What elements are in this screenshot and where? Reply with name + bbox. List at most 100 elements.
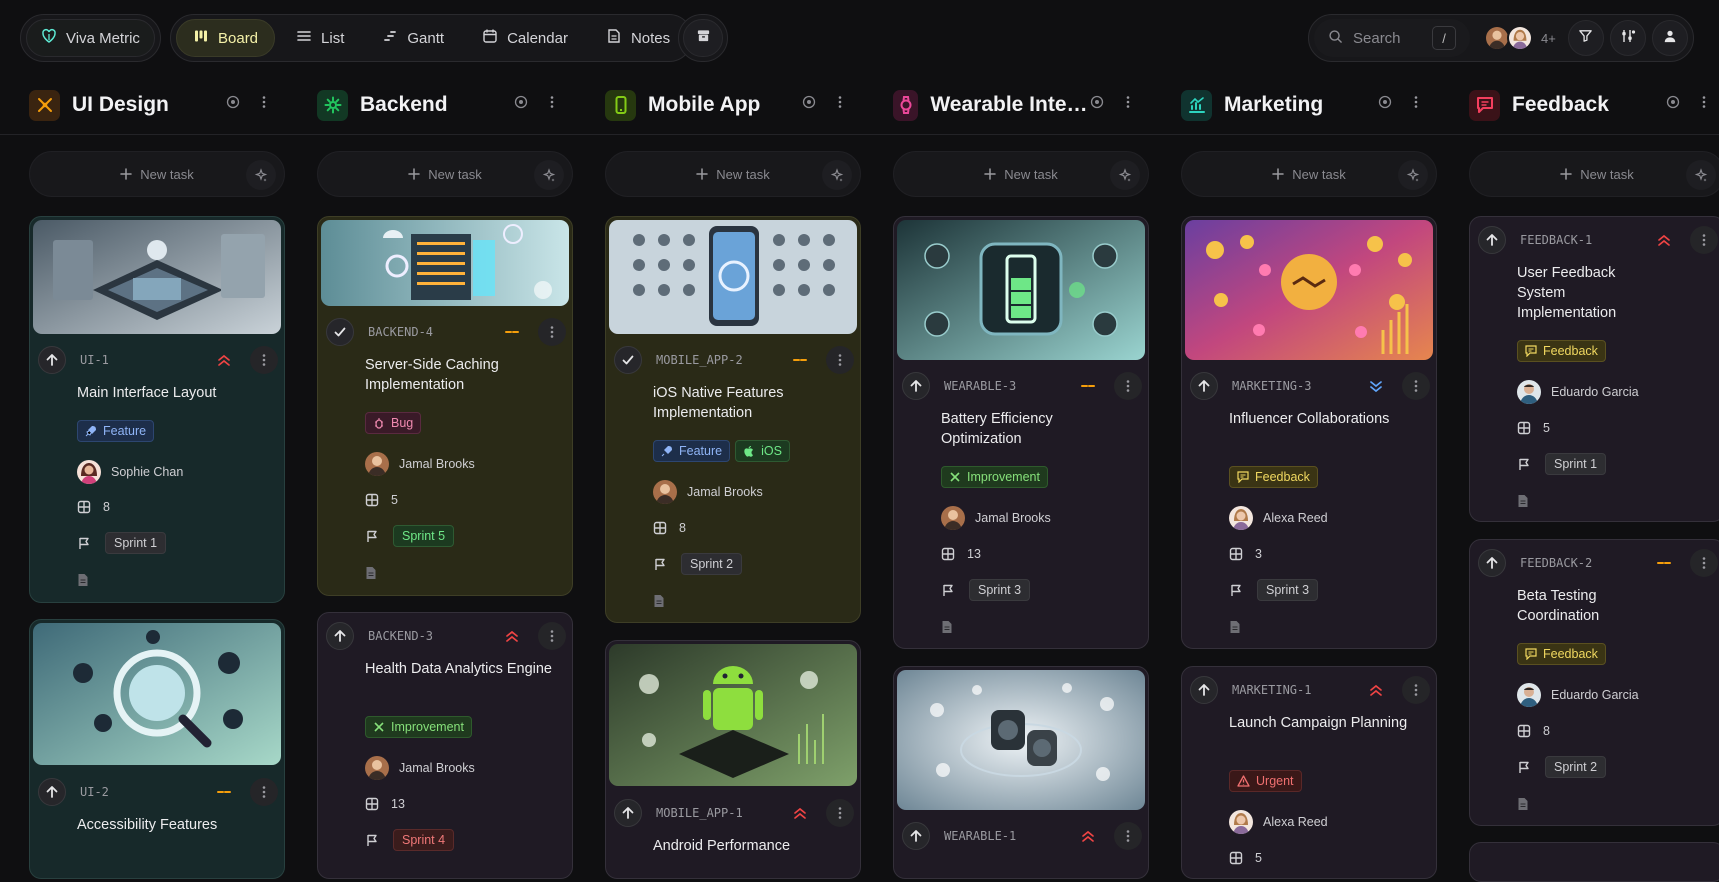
more-icon[interactable] [544, 94, 560, 110]
card-menu-button[interactable] [250, 346, 278, 374]
task-card-ui-2[interactable]: UI-2 Accessibility Features [29, 619, 285, 879]
more-icon[interactable] [1408, 94, 1424, 110]
target-icon[interactable] [802, 95, 816, 109]
task-card-wearable-1[interactable]: WEARABLE-1 [893, 666, 1149, 879]
archive-button[interactable] [683, 19, 723, 57]
card-menu-button[interactable] [250, 778, 278, 806]
task-card-feedback-2[interactable]: FEEDBACK-2 Beta Testing Coordination Fee… [1469, 539, 1719, 826]
more-icon[interactable] [1696, 94, 1712, 110]
task-card-ui-1[interactable]: UI-1 Main Interface Layout Feature Sophi… [29, 216, 285, 603]
filter-button[interactable] [1567, 20, 1604, 56]
workspace-button[interactable]: Viva Metric [26, 19, 155, 57]
status-button[interactable] [38, 346, 66, 374]
ai-generate-button[interactable] [1110, 160, 1140, 190]
task-card-marketing-1[interactable]: MARKETING-1 Launch Campaign Planning Urg… [1181, 666, 1437, 879]
target-icon[interactable] [1090, 95, 1104, 109]
task-card-feedback-partial[interactable] [1469, 842, 1719, 882]
ai-generate-button[interactable] [534, 160, 564, 190]
avatar [77, 460, 101, 484]
document-icon[interactable] [941, 620, 953, 634]
more-icon[interactable] [256, 94, 272, 110]
new-task-button[interactable]: New task [893, 151, 1149, 197]
task-card-backend-4[interactable]: BACKEND-4 Server-Side Caching Implementa… [317, 216, 573, 596]
card-menu-button[interactable] [1114, 372, 1142, 400]
new-task-button[interactable]: New task [605, 151, 861, 197]
document-icon[interactable] [77, 573, 89, 587]
document-icon[interactable] [365, 566, 377, 580]
card-menu-button[interactable] [1690, 549, 1718, 577]
sprint-badge[interactable]: Sprint 1 [1545, 453, 1607, 475]
sprint-badge[interactable]: Sprint 2 [1545, 756, 1607, 778]
card-menu-button[interactable] [826, 799, 854, 827]
ai-generate-button[interactable] [822, 160, 852, 190]
tab-gantt[interactable]: Gantt [365, 19, 461, 57]
sprint-badge[interactable]: Sprint 4 [393, 829, 455, 851]
status-button[interactable] [1478, 226, 1506, 254]
status-button[interactable] [614, 346, 642, 374]
document-icon[interactable] [1517, 797, 1529, 811]
status-button[interactable] [38, 778, 66, 806]
task-card-feedback-1[interactable]: FEEDBACK-1 User Feedback System Implemen… [1469, 216, 1719, 522]
status-button[interactable] [326, 318, 354, 346]
card-menu-button[interactable] [826, 346, 854, 374]
task-card-marketing-3[interactable]: MARKETING-3 Influencer Collaborations Fe… [1181, 216, 1437, 649]
assignee[interactable]: Alexa Reed [1229, 506, 1328, 530]
tab-calendar[interactable]: Calendar [465, 19, 585, 57]
document-icon[interactable] [1517, 494, 1529, 508]
card-menu-button[interactable] [1402, 372, 1430, 400]
assignee[interactable]: Sophie Chan [77, 460, 183, 484]
sprint-badge[interactable]: Sprint 2 [681, 553, 743, 575]
assignee[interactable]: Eduardo Garcia [1517, 683, 1639, 707]
status-button[interactable] [902, 822, 930, 850]
target-icon[interactable] [1378, 95, 1392, 109]
task-card-backend-3[interactable]: BACKEND-3 Health Data Analytics Engine I… [317, 612, 573, 879]
member-avatars[interactable]: 4+ [1476, 25, 1562, 51]
status-button[interactable] [326, 622, 354, 650]
more-icon[interactable] [832, 94, 848, 110]
new-task-button[interactable]: New task [317, 151, 573, 197]
new-task-button[interactable]: New task [29, 151, 285, 197]
ai-generate-button[interactable] [246, 160, 276, 190]
warning-icon [1237, 775, 1250, 787]
card-menu-button[interactable] [1402, 676, 1430, 704]
sprint-badge[interactable]: Sprint 5 [393, 525, 455, 547]
status-button[interactable] [1190, 372, 1218, 400]
status-button[interactable] [1190, 676, 1218, 704]
tab-board[interactable]: Board [176, 19, 276, 57]
gear-icon [317, 89, 348, 121]
new-task-button[interactable]: New task [1181, 151, 1437, 197]
task-card-mobile-app-2[interactable]: MOBILE_APP-2 iOS Native Features Impleme… [605, 216, 861, 623]
assignee[interactable]: Jamal Brooks [365, 452, 475, 476]
document-icon[interactable] [653, 594, 665, 608]
card-menu-button[interactable] [538, 622, 566, 650]
target-icon[interactable] [1666, 95, 1680, 109]
more-icon[interactable] [1120, 94, 1136, 110]
sprint-badge[interactable]: Sprint 3 [1257, 579, 1319, 601]
document-icon[interactable] [1229, 620, 1241, 634]
target-icon[interactable] [514, 95, 528, 109]
status-button[interactable] [614, 799, 642, 827]
search-input[interactable]: Search / [1314, 19, 1470, 57]
assignee[interactable]: Alexa Reed [1229, 810, 1328, 834]
assignee[interactable]: Eduardo Garcia [1517, 380, 1639, 404]
assignee[interactable]: Jamal Brooks [941, 506, 1051, 530]
target-icon[interactable] [226, 95, 240, 109]
new-task-button[interactable]: New task [1469, 151, 1719, 197]
tab-notes[interactable]: Notes [589, 19, 687, 57]
sprint-badge[interactable]: Sprint 1 [105, 532, 167, 554]
settings-button[interactable] [1609, 20, 1646, 56]
assignee[interactable]: Jamal Brooks [365, 756, 475, 780]
assignee[interactable]: Jamal Brooks [653, 480, 763, 504]
profile-button[interactable] [1651, 20, 1688, 56]
tab-list[interactable]: List [279, 19, 361, 57]
ai-generate-button[interactable] [1686, 160, 1716, 190]
status-button[interactable] [1478, 549, 1506, 577]
card-menu-button[interactable] [538, 318, 566, 346]
card-menu-button[interactable] [1114, 822, 1142, 850]
task-card-mobile-app-1[interactable]: MOBILE_APP-1 Android Performance [605, 640, 861, 879]
card-menu-button[interactable] [1690, 226, 1718, 254]
ai-generate-button[interactable] [1398, 160, 1428, 190]
status-button[interactable] [902, 372, 930, 400]
task-card-wearable-3[interactable]: WEARABLE-3 Battery Efficiency Optimizati… [893, 216, 1149, 649]
sprint-badge[interactable]: Sprint 3 [969, 579, 1031, 601]
